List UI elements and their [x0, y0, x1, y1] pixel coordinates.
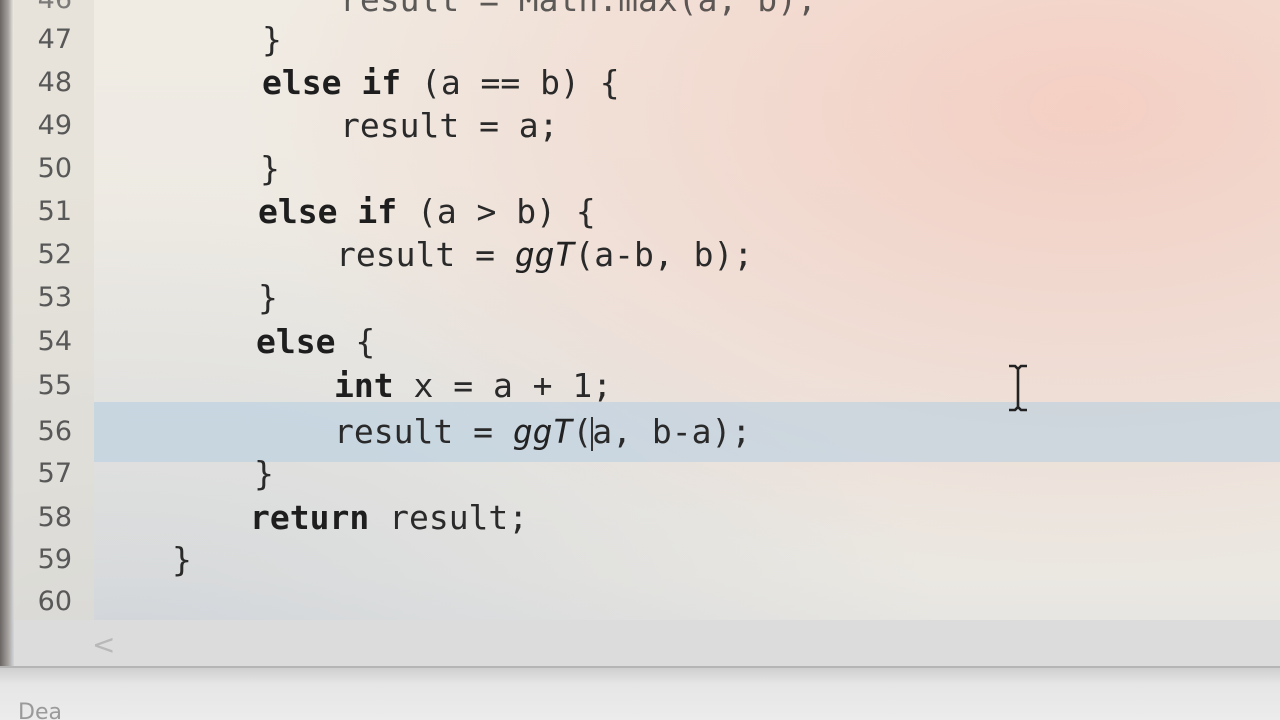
code-line: 60	[0, 580, 1280, 623]
code-text: else if (a > b) {	[258, 190, 596, 233]
line-number: 58	[37, 502, 72, 533]
keyword: else if	[258, 192, 398, 231]
code-text: return result;	[250, 496, 528, 539]
bottom-panel-label: Dea	[18, 700, 62, 720]
code-paren: (	[572, 412, 593, 451]
code-text: }	[172, 540, 192, 579]
code-line: 52 result = ggT(a-b, b);	[0, 233, 1280, 276]
code-post: a, b-a);	[592, 412, 752, 451]
code-pre: result =	[336, 235, 515, 274]
code-line: 50 }	[0, 147, 1280, 190]
code-line-current: 56 result = ggT(a, b-a);	[0, 410, 1280, 453]
code-text: }	[262, 20, 282, 59]
line-number: 51	[37, 196, 72, 227]
line-number: 52	[37, 239, 72, 270]
line-number: 54	[37, 326, 72, 357]
horizontal-scrollbar[interactable]	[14, 620, 1280, 666]
code-text: else {	[256, 320, 375, 363]
text-cursor-icon	[1009, 364, 1027, 412]
code-line: 49 result = a;	[0, 104, 1280, 147]
code-text: int x = a + 1;	[334, 364, 612, 407]
code-line: 47 }	[0, 18, 1280, 61]
code-line: 57 }	[0, 452, 1280, 495]
bottom-panel	[0, 666, 1280, 720]
code-text: }	[254, 454, 274, 493]
line-number: 57	[37, 458, 72, 489]
code-text: result = ggT(a, b-a);	[334, 410, 751, 453]
keyword: else if	[262, 63, 402, 102]
code-text: result = ggT(a-b, b);	[336, 233, 753, 276]
line-number: 48	[37, 67, 72, 98]
scroll-left-icon[interactable]: <	[92, 628, 115, 661]
code-rest: (a == b) {	[401, 63, 620, 102]
line-number: 59	[37, 544, 72, 575]
code-line: 55 int x = a + 1;	[0, 364, 1280, 407]
code-pre: result =	[334, 412, 513, 451]
line-number: 53	[37, 282, 72, 313]
function-name: ggT	[514, 235, 575, 274]
code-text: }	[260, 149, 280, 188]
code-line: 53 }	[0, 276, 1280, 319]
code-text: else if (a == b) {	[262, 61, 620, 104]
code-line: 48 else if (a == b) {	[0, 61, 1280, 104]
code-rest: (a > b) {	[397, 192, 596, 231]
code-text: result = a;	[340, 106, 559, 145]
code-editor-screen: 46 result = Math.max(a, b); 47 } 48 else…	[0, 0, 1280, 720]
line-number: 56	[37, 416, 72, 447]
code-rest: {	[335, 322, 376, 361]
code-line: 59 }	[0, 538, 1280, 581]
line-number: 55	[37, 370, 72, 401]
code-post: (a-b, b);	[574, 235, 754, 274]
line-number: 50	[37, 153, 72, 184]
keyword: return	[250, 498, 370, 537]
code-line: 54 else {	[0, 320, 1280, 363]
function-name: ggT	[512, 412, 573, 451]
code-line: 51 else if (a > b) {	[0, 190, 1280, 233]
keyword: int	[334, 366, 394, 405]
code-rest: x = a + 1;	[393, 366, 613, 405]
code-line: 58 return result;	[0, 496, 1280, 539]
line-number: 47	[37, 24, 72, 55]
code-rest: result;	[369, 498, 529, 537]
keyword: else	[256, 322, 336, 361]
code-area[interactable]: 46 result = Math.max(a, b); 47 } 48 else…	[0, 0, 1280, 620]
line-number: 60	[37, 586, 72, 617]
line-number: 49	[37, 110, 72, 141]
code-text: }	[258, 278, 278, 317]
